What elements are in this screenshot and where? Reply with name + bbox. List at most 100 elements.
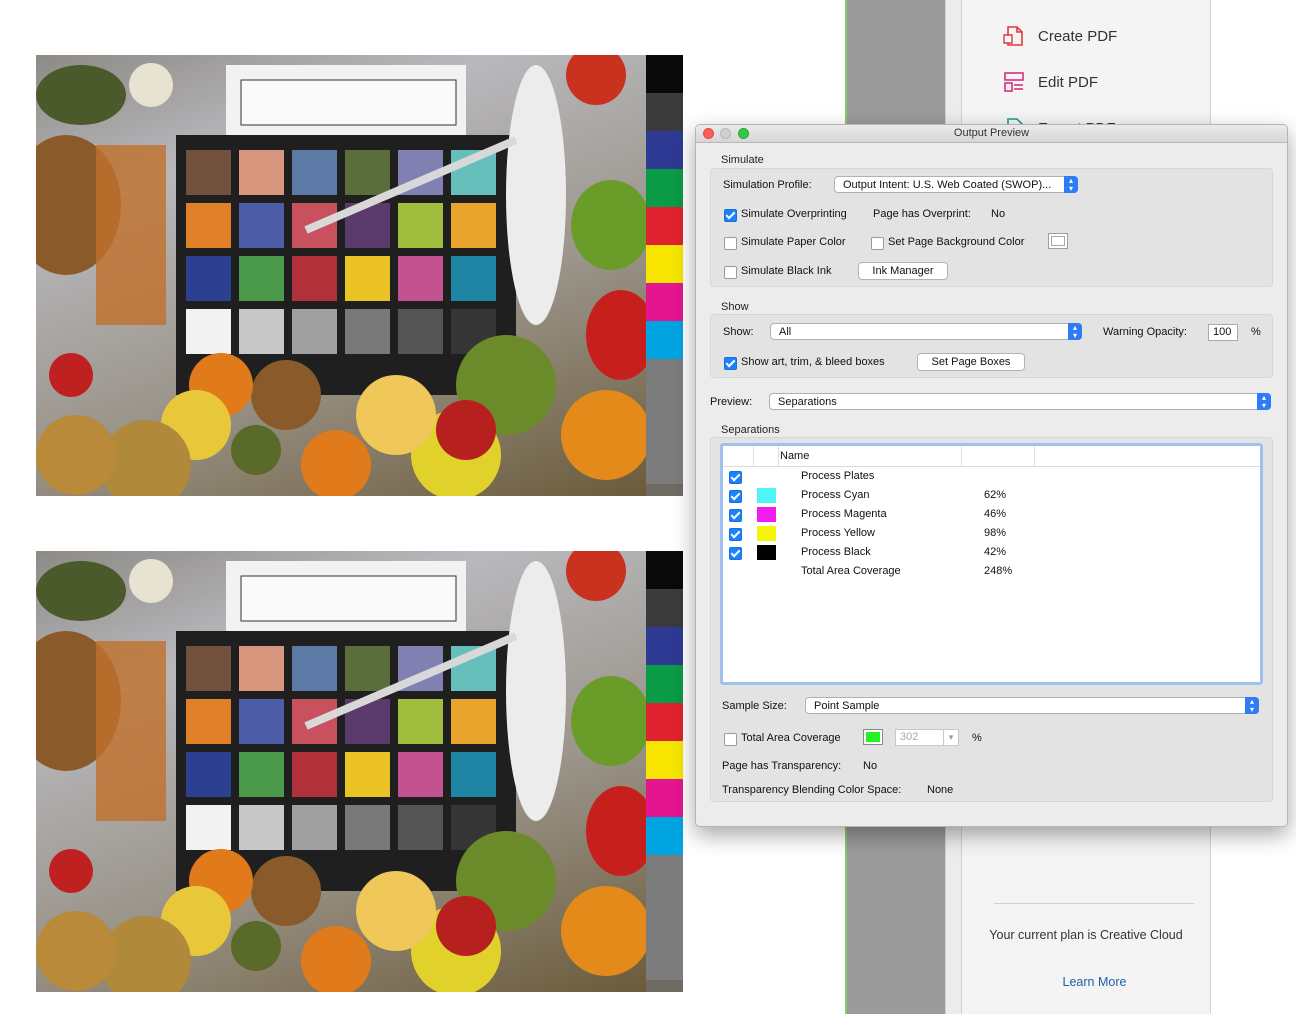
color-bar (646, 589, 683, 627)
transparency-blending-value: None (927, 784, 954, 796)
separation-checkbox[interactable] (729, 509, 742, 522)
total-area-coverage-checkbox[interactable] (724, 733, 737, 746)
show-value: All (779, 326, 792, 338)
warning-opacity-input[interactable]: 100 (1208, 324, 1238, 341)
separations-section-title: Separations (721, 424, 780, 436)
still-life-illustration (36, 551, 646, 992)
separation-row[interactable]: Process Yellow 98% (723, 524, 1260, 543)
show-boxes-label: Show art, trim, & bleed boxes (741, 356, 885, 368)
color-bar (646, 665, 683, 703)
color-bar (646, 779, 683, 817)
yellow-swatch (757, 526, 776, 541)
separation-row[interactable]: Process Black 42% (723, 543, 1260, 562)
color-bar (646, 93, 683, 131)
select-arrows-icon: ▴ ▾ (1064, 176, 1078, 193)
color-bar (646, 703, 683, 741)
select-arrows-icon: ▴ ▾ (1245, 697, 1259, 714)
simulate-paper-color-checkbox[interactable] (724, 237, 737, 250)
color-bar (646, 131, 683, 169)
minimize-window-button[interactable] (720, 128, 731, 139)
total-area-coverage-combo[interactable]: 302 ▾ (895, 729, 959, 746)
color-bar (646, 55, 683, 93)
page-has-overprint-label: Page has Overprint: (873, 208, 971, 220)
separation-percent: 46% (984, 508, 1007, 520)
simulate-overprinting-label: Simulate Overprinting (741, 208, 847, 220)
set-page-background-color-label: Set Page Background Color (888, 236, 1025, 248)
simulation-profile-label: Simulation Profile: (723, 179, 812, 191)
separation-percent: 248% (984, 565, 1013, 577)
tool-create-pdf[interactable]: Create PDF (1002, 21, 1117, 51)
color-bar (646, 627, 683, 665)
separation-checkbox[interactable] (729, 528, 742, 541)
zoom-window-button[interactable] (738, 128, 749, 139)
separation-checkbox[interactable] (729, 547, 742, 560)
separation-checkbox[interactable] (729, 471, 742, 484)
coverage-percent-sign: % (972, 732, 982, 744)
magenta-swatch (757, 507, 776, 522)
still-life-illustration (36, 55, 646, 496)
divider (994, 903, 1194, 904)
tool-label: Create PDF (1038, 27, 1118, 45)
background-color-swatch[interactable] (1048, 233, 1068, 249)
simulate-paper-color-label: Simulate Paper Color (741, 236, 846, 248)
show-select[interactable]: All ▴ ▾ (770, 323, 1082, 340)
simulate-overprinting-checkbox[interactable] (724, 209, 737, 222)
separations-list[interactable]: Name Process Plates Process Cyan 62% Pro… (720, 443, 1263, 685)
color-bar (646, 283, 683, 321)
total-area-coverage-label: Total Area Coverage (741, 732, 841, 744)
separation-row[interactable]: Process Magenta 46% (723, 505, 1260, 524)
page-has-overprint-value: No (991, 208, 1006, 220)
color-bar (646, 551, 683, 589)
separation-row[interactable]: Process Cyan 62% (723, 486, 1260, 505)
select-arrows-icon: ▴ ▾ (1257, 393, 1271, 410)
color-checker-still-life (36, 55, 646, 496)
simulation-profile-select[interactable]: Output Intent: U.S. Web Coated (SWOP)...… (834, 176, 1078, 193)
select-arrows-icon: ▴ ▾ (1068, 323, 1082, 340)
separation-percent: 42% (984, 546, 1007, 558)
separation-percent: 62% (984, 489, 1007, 501)
set-page-background-color-checkbox[interactable] (871, 237, 884, 250)
transparency-blending-label: Transparency Blending Color Space: (722, 784, 902, 796)
simulate-black-ink-label: Simulate Black Ink (741, 265, 832, 277)
dialog-titlebar: Output Preview (696, 125, 1287, 143)
page-has-transparency-label: Page has Transparency: (722, 760, 842, 772)
total-area-coverage-value: 302 (900, 731, 919, 743)
separations-list-header: Name (723, 446, 1260, 467)
simulate-group: Simulation Profile: Output Intent: U.S. … (710, 168, 1273, 287)
close-window-button[interactable] (703, 128, 714, 139)
ink-manager-button[interactable]: Ink Manager (858, 262, 948, 280)
simulate-black-ink-checkbox[interactable] (724, 266, 737, 279)
color-bar (646, 855, 683, 980)
name-column-header[interactable]: Name (780, 450, 809, 462)
color-control-strip (646, 55, 683, 496)
tool-edit-pdf[interactable]: Edit PDF (1002, 67, 1098, 97)
color-bar (646, 169, 683, 207)
show-group: Show: All ▴ ▾ Warning Opacity: 100 % Show… (710, 314, 1273, 378)
set-page-boxes-button[interactable]: Set Page Boxes (917, 353, 1025, 371)
separation-row[interactable]: Total Area Coverage 248% (723, 562, 1260, 581)
show-boxes-checkbox[interactable] (724, 357, 737, 370)
tool-label: Edit PDF (1038, 73, 1099, 91)
separation-name: Process Yellow (801, 527, 875, 539)
preview-value: Separations (778, 396, 837, 408)
output-preview-dialog: Output Preview Simulate Simulation Profi… (695, 124, 1288, 827)
color-bar (646, 321, 683, 359)
warning-opacity-label: Warning Opacity: (1103, 326, 1187, 338)
show-section-title: Show (721, 301, 749, 313)
plan-text: Your current plan is Creative Cloud (989, 928, 1183, 942)
color-bar (646, 817, 683, 855)
preview-select[interactable]: Separations ▴ ▾ (769, 393, 1271, 410)
color-bar (646, 741, 683, 779)
sample-size-select[interactable]: Point Sample ▴ ▾ (805, 697, 1259, 714)
photo-top (36, 55, 683, 496)
create-pdf-icon (1002, 24, 1026, 48)
page-has-transparency-value: No (863, 760, 878, 772)
chevron-down-icon[interactable]: ▾ (943, 730, 958, 745)
separation-name: Process Magenta (801, 508, 887, 520)
preview-label: Preview: (710, 396, 753, 408)
separation-checkbox[interactable] (729, 490, 742, 503)
coverage-color-swatch[interactable] (863, 729, 883, 745)
learn-more-link[interactable]: Learn More (962, 975, 1227, 989)
cyan-swatch (757, 488, 776, 503)
separation-row[interactable]: Process Plates (723, 467, 1260, 486)
